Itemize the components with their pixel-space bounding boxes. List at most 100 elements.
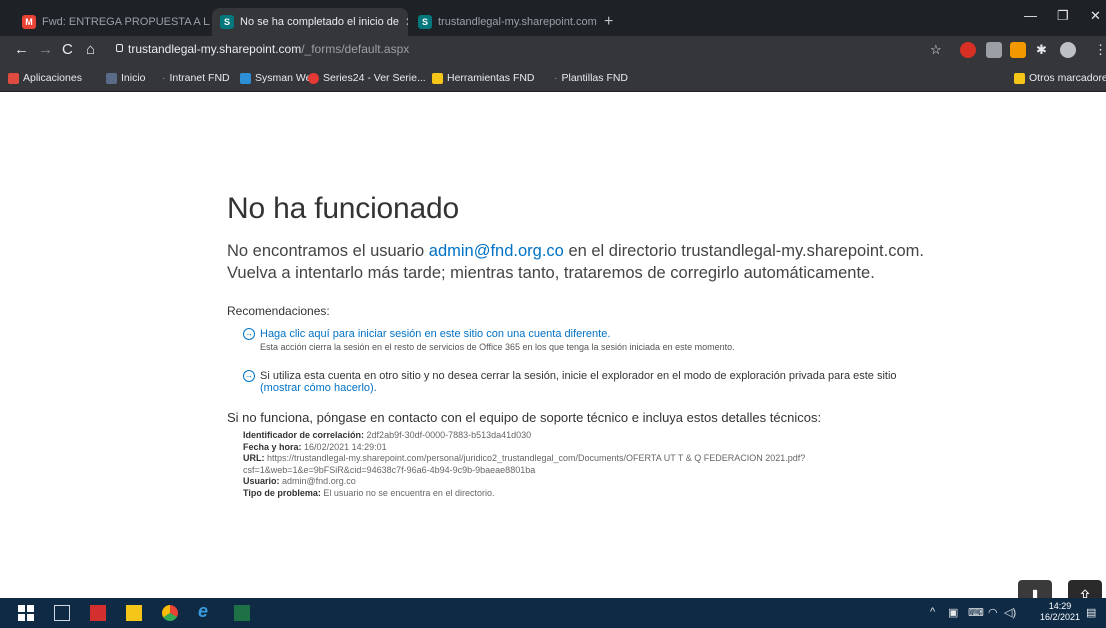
page-title: No ha funcionado (227, 192, 459, 225)
error-message: No encontramos el usuario admin@fnd.org.… (227, 240, 947, 284)
tab-sharepoint-error[interactable]: S No se ha completado el inicio de ✕ (212, 8, 408, 36)
correlation-id: 2df2ab9f-30df-0000-7883-b513da41d030 (366, 430, 532, 440)
url-value-cont: csf=1&web=1&e=9bFSiR&cid=94638c7f-96a6-4… (243, 464, 536, 475)
sysman-icon (240, 72, 251, 84)
message-text: No encontramos el usuario (227, 242, 429, 260)
bookmark-label: Herramientas FND (447, 72, 535, 84)
volume-icon[interactable]: ◁) (1004, 606, 1016, 619)
tab-sharepoint[interactable]: S trustandlegal-my.sharepoint.com ✕ (410, 8, 600, 36)
excel-icon[interactable] (234, 605, 250, 621)
show-how-link[interactable]: (mostrar cómo hacerlo). (260, 382, 377, 394)
windows-start-icon[interactable] (18, 605, 34, 621)
wifi-icon[interactable]: ◠ (988, 606, 998, 619)
bookmark-label: Intranet FND (169, 72, 230, 84)
file-explorer-icon[interactable] (126, 605, 142, 621)
sign-in-different-account-link[interactable]: Haga clic aquí para iniciar sesión en es… (260, 328, 610, 340)
user-email-link[interactable]: admin@fnd.org.co (429, 242, 564, 260)
tab-title: Fwd: ENTREGA PROPUESTA A LA (42, 16, 210, 28)
bookmark-label: Otros marcadores (1029, 72, 1106, 84)
acrobat-icon[interactable] (90, 605, 106, 621)
technical-details: Identificador de correlación: 2df2ab9f-3… (243, 430, 947, 499)
reload-button[interactable]: C (62, 41, 73, 58)
bookmark-herramientas[interactable]: Herramientas FND (432, 72, 535, 84)
bookmark-other[interactable]: Otros marcadores (1014, 72, 1106, 84)
apps-grid-icon (8, 72, 19, 84)
task-view-icon[interactable] (54, 605, 70, 621)
gmail-icon: M (22, 15, 36, 29)
bookmark-label: Inicio (121, 72, 146, 84)
recommendation-2: → Si utiliza esta cuenta en otro sitio y… (243, 370, 947, 394)
adblock-extension-icon[interactable] (960, 42, 976, 58)
message-text: Vuelva a intentarlo más tarde; mientras … (227, 264, 875, 282)
internet-explorer-icon[interactable]: e (198, 601, 214, 621)
detail-label: URL: (243, 453, 265, 463)
tab-title: trustandlegal-my.sharepoint.com (438, 16, 597, 28)
address-bar[interactable]: trustandlegal-my.sharepoint.com/_forms/d… (128, 42, 409, 56)
home-button[interactable]: ⌂ (86, 41, 95, 58)
arrow-circle-icon: → (243, 370, 255, 382)
folder-icon (432, 72, 443, 84)
arrow-circle-icon: → (243, 328, 255, 340)
bookmark-plantillas[interactable]: · Plantillas FND (554, 72, 628, 84)
bookmark-sysman[interactable]: Sysman Web (240, 72, 317, 84)
address-path: /_forms/default.aspx (301, 42, 410, 56)
support-text: Si no funciona, póngase en contacto con … (227, 410, 822, 425)
bookmark-series24[interactable]: Series24 - Ver Serie... (308, 72, 426, 84)
forward-button[interactable]: → (38, 41, 53, 58)
bookmark-label: Series24 - Ver Serie... (323, 72, 426, 84)
camera-extension-icon[interactable] (986, 42, 1002, 58)
minimize-button[interactable]: — (1024, 8, 1037, 23)
bookmark-intranet[interactable]: · Intranet FND (162, 72, 230, 84)
bookmarks-bar: Aplicaciones Inicio · Intranet FND Sysma… (0, 64, 1106, 92)
url-value: https://trustandlegal-my.sharepoint.com/… (267, 453, 806, 463)
bookmark-label: Plantillas FND (561, 72, 629, 84)
bookmark-apps[interactable]: Aplicaciones (8, 72, 82, 84)
tab-strip: M Fwd: ENTREGA PROPUESTA A LA ✕ S No se … (0, 0, 1106, 36)
clock-date: 16/2/2021 (1040, 612, 1081, 622)
sharepoint-icon: S (418, 15, 432, 29)
tab-gmail[interactable]: M Fwd: ENTREGA PROPUESTA A LA ✕ (14, 8, 210, 36)
keyboard-icon[interactable]: ⌨ (968, 606, 984, 619)
back-button[interactable]: ← (14, 41, 29, 58)
windows-taskbar: e ^ ▣ ⌨ ◠ ◁) ▤ (0, 598, 1106, 628)
notifications-icon[interactable]: ▤ (1086, 606, 1096, 619)
recommendations-title: Recomendaciones: (227, 304, 330, 318)
user-value: admin@fnd.org.co (282, 476, 356, 486)
fnd-logo-icon (106, 72, 117, 84)
close-window-button[interactable]: ✕ (1090, 8, 1101, 24)
recommendation-note: Esta acción cierra la sesión en el resto… (260, 342, 735, 352)
menu-icon[interactable]: ⋮ (1094, 42, 1106, 58)
close-tab-icon[interactable]: ✕ (405, 15, 408, 29)
toolbar: ← → C ⌂ trustandlegal-my.sharepoint.com/… (0, 36, 1106, 64)
clock-time: 14:29 (1048, 601, 1072, 611)
system-clock[interactable]: 14:29 16/2/2021 (1040, 601, 1080, 623)
bookmark-inicio[interactable]: Inicio (106, 72, 146, 84)
play-icon (308, 72, 319, 84)
lock-icon (116, 44, 123, 52)
recommendation-1: → Haga clic aquí para iniciar sesión en … (243, 328, 947, 352)
globe-icon: · (554, 72, 558, 84)
profile-avatar[interactable] (1060, 42, 1076, 58)
problem-value: El usuario no se encuentra en el directo… (323, 487, 495, 498)
globe-icon: · (162, 72, 166, 84)
detail-label: Identificador de correlación: (243, 430, 365, 440)
tab-title: No se ha completado el inicio de (240, 16, 399, 28)
star-icon[interactable]: ☆ (930, 42, 942, 58)
detail-label: Fecha y hora: (243, 441, 302, 452)
datetime-value: 16/02/2021 14:29:01 (304, 441, 387, 452)
chrome-icon[interactable] (162, 605, 178, 621)
address-host: trustandlegal-my.sharepoint.com (128, 42, 302, 56)
shopping-extension-icon[interactable] (1010, 42, 1026, 58)
error-page: No ha funcionado No encontramos el usuar… (227, 192, 947, 499)
chevron-up-icon[interactable]: ^ (930, 606, 935, 618)
network-icon[interactable]: ▣ (948, 606, 958, 619)
detail-label: Tipo de problema: (243, 487, 321, 498)
maximize-button[interactable]: ❐ (1057, 8, 1069, 24)
new-tab-button[interactable]: + (604, 13, 613, 31)
message-text: en el directorio trustandlegal-my.sharep… (563, 242, 924, 260)
extensions-icon[interactable]: ✱ (1036, 42, 1047, 58)
detail-label: Usuario: (243, 476, 280, 486)
folder-icon (1014, 72, 1025, 84)
bookmark-label: Aplicaciones (23, 72, 82, 84)
recommendation-text: Si utiliza esta cuenta en otro sitio y n… (260, 370, 897, 382)
